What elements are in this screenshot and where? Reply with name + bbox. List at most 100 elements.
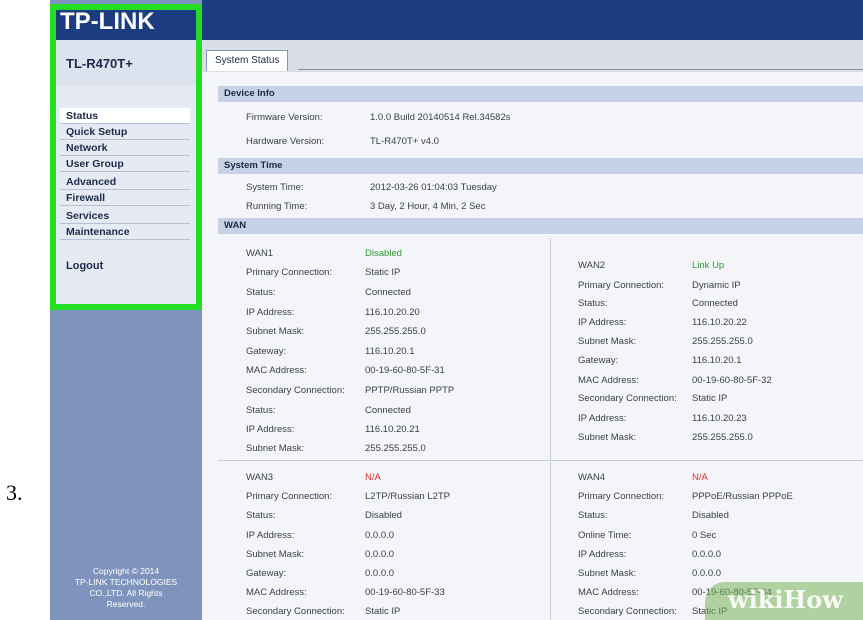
wan3-name: WAN3 bbox=[246, 472, 274, 483]
wan2-value: 116.10.20.1 bbox=[692, 355, 742, 366]
wan4-state: N/A bbox=[692, 472, 708, 483]
running-time-label: Running Time: bbox=[246, 201, 308, 212]
wan2-name: WAN2 bbox=[578, 260, 606, 271]
wan4-value: Disabled bbox=[692, 510, 729, 521]
wan3-value: 0.0.0.0 bbox=[365, 549, 395, 560]
menu-item-firewall[interactable]: Firewall bbox=[60, 190, 190, 206]
wan2-value: 116.10.20.22 bbox=[692, 317, 747, 328]
wan1-state: Disabled bbox=[365, 248, 402, 259]
wan4-label: Online Time: bbox=[578, 530, 632, 541]
copyright-line: Copyright © 2014 bbox=[92, 566, 160, 576]
wan1-value: PPTP/Russian PPTP bbox=[365, 385, 455, 396]
wan4-label: Primary Connection: bbox=[578, 491, 665, 502]
tplink-logo: TP-LINK bbox=[60, 8, 155, 35]
wan2-value: 255.255.255.0 bbox=[692, 336, 753, 347]
copyright-text: Copyright © 2014 TP-LINK TECHNOLOGIES CO… bbox=[56, 566, 196, 610]
wan3-value: 0.0.0.0 bbox=[365, 568, 395, 579]
wan4-value: PPPoE/Russian PPPoE bbox=[692, 491, 793, 502]
section-device-info: Device Info bbox=[218, 86, 863, 102]
menu-item-status[interactable]: Status bbox=[60, 108, 190, 124]
wan1-label: IP Address: bbox=[246, 307, 295, 318]
menu-item-quick-setup[interactable]: Quick Setup bbox=[60, 124, 190, 140]
hardware-value: TL-R470T+ v4.0 bbox=[370, 136, 439, 147]
menu-item-maintenance[interactable]: Maintenance bbox=[60, 224, 190, 240]
menu-item-network[interactable]: Network bbox=[60, 140, 190, 156]
wan1-label: Status: bbox=[246, 287, 276, 298]
wan3-label: Status: bbox=[246, 510, 276, 521]
wan2-label: Primary Connection: bbox=[578, 280, 665, 291]
wan2-label: Subnet Mask: bbox=[578, 336, 637, 347]
menu-item-services[interactable]: Services bbox=[60, 208, 190, 224]
system-time-value: 2012-03-26 01:04:03 Tuesday bbox=[370, 182, 497, 193]
wan1-value: 255.255.255.0 bbox=[365, 443, 426, 454]
wan4-value: 0.0.0.0 bbox=[692, 568, 722, 579]
wan3-value: 00-19-60-80-5F-33 bbox=[365, 587, 445, 598]
wan4-label: Status: bbox=[578, 510, 608, 521]
hardware-label: Hardware Version: bbox=[246, 136, 325, 147]
wan4-name: WAN4 bbox=[578, 472, 606, 483]
wan1-value: 00-19-60-80-5F-31 bbox=[365, 365, 445, 376]
wan4-label: MAC Address: bbox=[578, 587, 639, 598]
wan2-state: Link Up bbox=[692, 260, 725, 271]
section-wan: WAN bbox=[218, 218, 863, 234]
wan1-value: Connected bbox=[365, 405, 411, 416]
wan4-label: Secondary Connection: bbox=[578, 606, 677, 617]
wikihow-watermark: wikiHow bbox=[728, 585, 843, 614]
menu-item-advanced[interactable]: Advanced bbox=[60, 174, 190, 190]
wan-column-divider bbox=[550, 462, 551, 620]
top-header-bar bbox=[202, 0, 863, 40]
wan2-value: Dynamic IP bbox=[692, 280, 741, 291]
step-number: 3. bbox=[6, 480, 23, 505]
tab-system-status[interactable]: System Status bbox=[206, 50, 289, 71]
copyright-line: TP-LINK TECHNOLOGIES bbox=[74, 577, 178, 587]
wan4-value: 0 Sec bbox=[692, 530, 717, 541]
wan2-value: 255.255.255.0 bbox=[692, 432, 753, 443]
wan2-value: Static IP bbox=[692, 393, 728, 404]
wan1-label: Primary Connection: bbox=[246, 267, 333, 278]
wan3-state: N/A bbox=[365, 472, 381, 483]
wan1-label: MAC Address: bbox=[246, 365, 307, 376]
firmware-label: Firmware Version: bbox=[246, 112, 323, 123]
model-name: TL-R470T+ bbox=[66, 56, 133, 71]
wan4-label: IP Address: bbox=[578, 549, 627, 560]
wan4-label: Subnet Mask: bbox=[578, 568, 637, 579]
menu-item-user-group[interactable]: User Group bbox=[60, 156, 190, 172]
wan2-label: IP Address: bbox=[578, 317, 627, 328]
wan1-value: 255.255.255.0 bbox=[365, 326, 426, 337]
wan2-value: 00-19-60-80-5F-32 bbox=[692, 375, 772, 386]
wan1-label: Subnet Mask: bbox=[246, 326, 305, 337]
wan-row-divider bbox=[218, 460, 863, 461]
wan3-label: Primary Connection: bbox=[246, 491, 333, 502]
wan1-label: Secondary Connection: bbox=[246, 385, 345, 396]
logout-link[interactable]: Logout bbox=[66, 260, 103, 272]
wan2-label: Secondary Connection: bbox=[578, 393, 677, 404]
tab-strip bbox=[202, 40, 863, 72]
wan3-label: MAC Address: bbox=[246, 587, 307, 598]
section-system-time: System Time bbox=[218, 158, 863, 174]
wan3-label: Subnet Mask: bbox=[246, 549, 305, 560]
wan2-label: Gateway: bbox=[578, 355, 619, 366]
wan1-label: Status: bbox=[246, 405, 276, 416]
wan4-value: 0.0.0.0 bbox=[692, 549, 722, 560]
wan1-label: Gateway: bbox=[246, 346, 287, 357]
firmware-value: 1.0.0 Build 20140514 Rel.34582s bbox=[370, 112, 511, 123]
wan1-value: Static IP bbox=[365, 267, 401, 278]
wan3-label: Secondary Connection: bbox=[246, 606, 345, 617]
wan2-label: MAC Address: bbox=[578, 375, 639, 386]
wan1-value: 116.10.20.21 bbox=[365, 424, 420, 435]
wan1-label: Subnet Mask: bbox=[246, 443, 305, 454]
wan1-value: 116.10.20.1 bbox=[365, 346, 415, 357]
wan3-value: 0.0.0.0 bbox=[365, 530, 395, 541]
copyright-line: Reserved. bbox=[106, 599, 146, 609]
wan3-label: Gateway: bbox=[246, 568, 287, 579]
wan2-label: IP Address: bbox=[578, 413, 627, 424]
system-time-label: System Time: bbox=[246, 182, 304, 193]
wan3-value: Disabled bbox=[365, 510, 402, 521]
tab-underline bbox=[298, 69, 863, 70]
wan2-label: Subnet Mask: bbox=[578, 432, 637, 443]
copyright-line: CO.,LTD. All Rights bbox=[89, 588, 163, 598]
wan-column-divider bbox=[550, 238, 551, 460]
wan3-label: IP Address: bbox=[246, 530, 295, 541]
running-time-value: 3 Day, 2 Hour, 4 Min, 2 Sec bbox=[370, 201, 486, 212]
wan2-value: 116.10.20.23 bbox=[692, 413, 747, 424]
